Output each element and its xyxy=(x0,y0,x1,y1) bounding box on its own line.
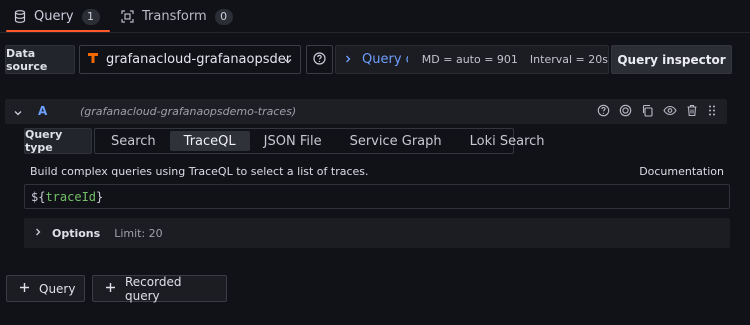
max-data-points: MD = auto = 901 xyxy=(421,53,518,66)
database-icon xyxy=(14,10,26,23)
traceql-help-text: Build complex queries using TraceQL to s… xyxy=(30,165,369,178)
query-type-service-graph[interactable]: Service Graph xyxy=(336,131,456,151)
query-row-header[interactable]: A (grafanacloud-grafanaopsdemo-traces) xyxy=(5,99,727,124)
history-icon[interactable] xyxy=(619,104,632,117)
recorded-query-label: Recorded query xyxy=(125,274,182,303)
tab-query[interactable]: Query 1 xyxy=(6,0,109,33)
chevron-right-icon xyxy=(34,226,42,240)
copy-icon[interactable] xyxy=(641,104,654,117)
question-circle-icon xyxy=(313,51,326,68)
query-type-label: Query type xyxy=(24,128,92,154)
add-query-button[interactable]: Query xyxy=(6,275,85,302)
tab-query-count: 1 xyxy=(81,8,100,25)
tab-transform[interactable]: Transform 0 xyxy=(121,0,233,33)
tab-transform-count: 0 xyxy=(214,8,233,25)
add-query-label: Query xyxy=(39,281,76,296)
interval-value: Interval = 20s xyxy=(529,53,608,66)
query-type-loki-search[interactable]: Loki Search xyxy=(456,131,559,151)
options-label: Options xyxy=(52,226,101,240)
query-type-json-file[interactable]: JSON File xyxy=(250,131,336,151)
documentation-link[interactable]: Documentation xyxy=(639,165,724,178)
query-options-label: Query opti... xyxy=(362,52,408,67)
chevron-right-icon xyxy=(344,53,352,67)
query-type-search[interactable]: Search xyxy=(97,131,170,151)
tab-transform-label: Transform xyxy=(142,9,207,24)
datasource-help-button[interactable] xyxy=(306,45,333,74)
query-type-selector: Search TraceQL JSON File Service Graph L… xyxy=(94,128,545,154)
datasource-name: grafanacloud-grafanaopsdemo-traces xyxy=(106,52,291,67)
datasource-picker[interactable]: grafanacloud-grafanaopsdemo-traces xyxy=(79,45,301,74)
tab-query-label: Query xyxy=(34,9,74,24)
plus-icon xyxy=(105,282,116,296)
help-icon[interactable] xyxy=(597,104,610,117)
query-tabs: Query 1 Transform 0 xyxy=(0,0,750,33)
options-limit: Limit: 20 xyxy=(114,226,163,240)
query-token-prefix: ${ xyxy=(31,189,46,204)
query-row-actions xyxy=(597,104,717,117)
plus-icon xyxy=(19,282,30,296)
query-inspector-button[interactable]: Query inspector xyxy=(611,45,732,74)
chevron-down-icon[interactable] xyxy=(13,107,23,121)
tempo-logo-icon xyxy=(86,51,100,69)
query-token-variable: traceId xyxy=(45,189,97,204)
query-options-toggle[interactable]: Query opti... MD = auto = 901 Interval =… xyxy=(335,45,609,74)
query-options-row[interactable]: Options Limit: 20 xyxy=(24,218,730,248)
transform-icon xyxy=(121,10,134,23)
traceql-query-editor[interactable]: ${traceId} xyxy=(24,184,730,209)
query-ref-id[interactable]: A xyxy=(38,104,47,118)
query-type-traceql[interactable]: TraceQL xyxy=(169,131,250,151)
eye-icon[interactable] xyxy=(663,104,677,117)
datasource-label: Data source xyxy=(5,45,75,74)
trash-icon[interactable] xyxy=(686,104,698,117)
query-token-suffix: } xyxy=(96,189,104,204)
chevron-down-icon xyxy=(283,55,293,70)
add-recorded-query-button[interactable]: Recorded query xyxy=(92,274,227,303)
drag-handle-icon[interactable] xyxy=(707,104,717,117)
query-row-datasource: (grafanacloud-grafanaopsdemo-traces) xyxy=(80,105,297,118)
